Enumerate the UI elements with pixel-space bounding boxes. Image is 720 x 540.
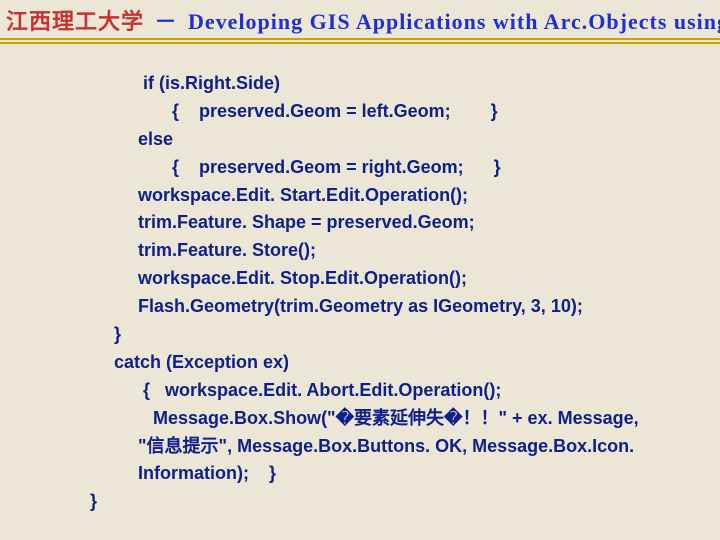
code-line: if (is.Right.Side) [90,70,660,98]
code-line: { preserved.Geom = left.Geom; } [90,98,660,126]
course-title: Developing GIS Applications with Arc.Obj… [188,9,720,34]
code-block: if (is.Right.Side) { preserved.Geom = le… [0,40,720,516]
code-line: workspace.Edit. Stop.Edit.Operation(); [90,265,660,293]
code-line: Message.Box.Show("�要素延伸失�！！" + ex. Messa… [90,405,660,489]
code-line: else [90,126,660,154]
code-line: trim.Feature. Shape = preserved.Geom; [90,209,660,237]
code-line: { workspace.Edit. Abort.Edit.Operation()… [90,377,660,405]
code-line: } [90,321,660,349]
code-line: Flash.Geometry(trim.Geometry as IGeometr… [90,293,660,321]
header-title: 江西理工大学 － Developing GIS Applications wit… [6,4,720,36]
header-separator: － [155,9,178,34]
code-line: { preserved.Geom = right.Geom; } [90,154,660,182]
code-line: trim.Feature. Store(); [90,237,660,265]
header-rule [0,42,720,44]
university-name: 江西理工大学 [6,9,144,34]
slide-header: 江西理工大学 － Developing GIS Applications wit… [0,0,720,40]
code-line: catch (Exception ex) [90,349,660,377]
code-line: } [90,488,660,516]
code-line: workspace.Edit. Start.Edit.Operation(); [90,182,660,210]
